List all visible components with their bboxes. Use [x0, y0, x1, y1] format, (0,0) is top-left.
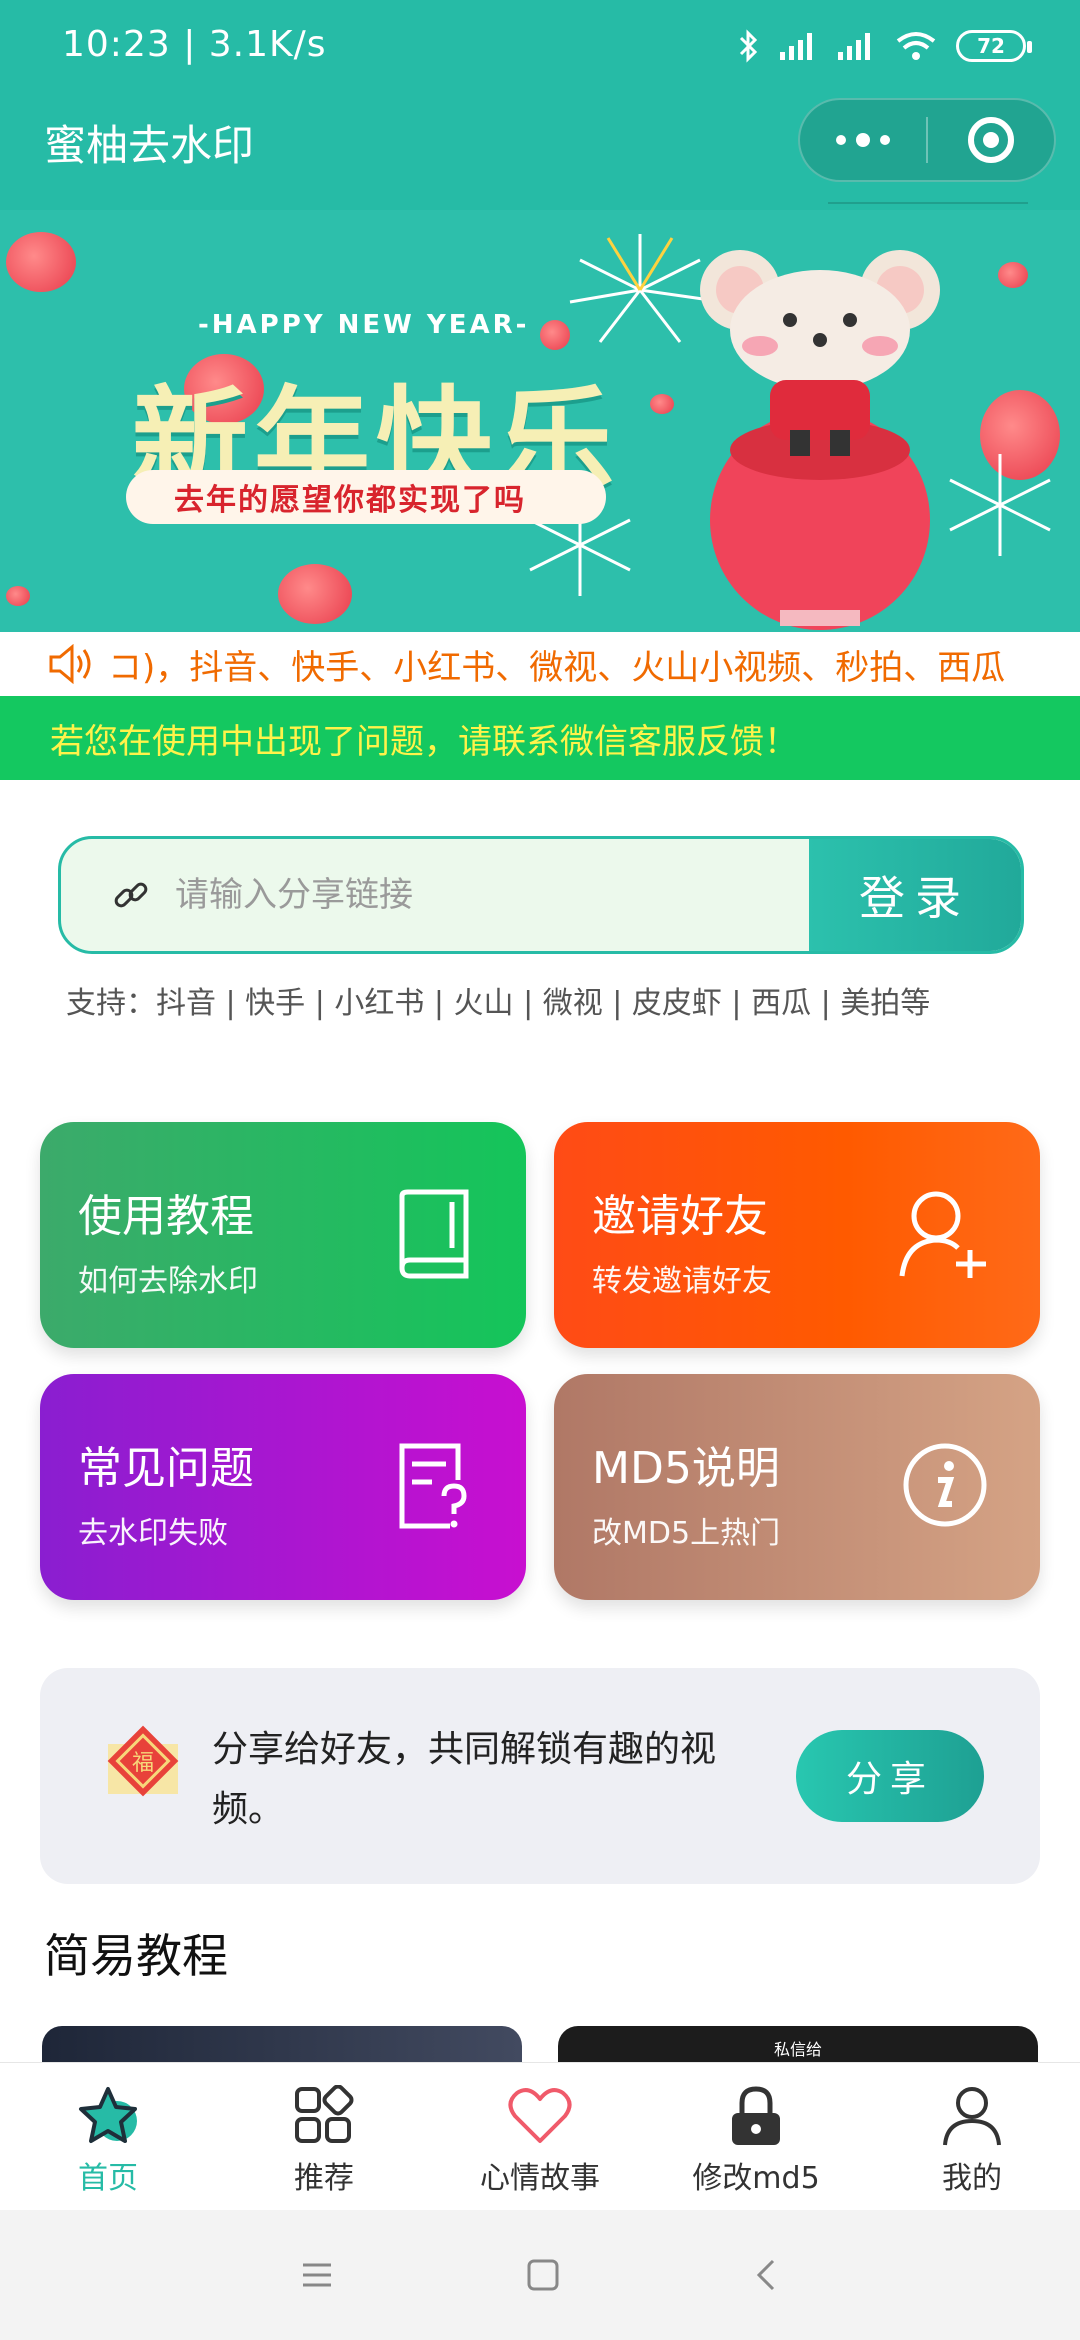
lantern-icon	[6, 586, 30, 606]
speaker-icon	[49, 644, 91, 684]
tab-profile[interactable]: 我的	[864, 2063, 1080, 2210]
share-panel: 福 分享给好友，共同解锁有趣的视频。 分享	[40, 1668, 1040, 1884]
system-navigation-bar	[0, 2210, 1080, 2340]
banner-tagline: 去年的愿望你都实现了吗	[126, 470, 606, 524]
heart-icon	[508, 2088, 572, 2143]
home-square-icon[interactable]	[525, 2257, 561, 2293]
tutorial-thumbnail[interactable]	[42, 2026, 522, 2066]
faq-card[interactable]: 常见问题 去水印失败	[40, 1374, 526, 1600]
more-button[interactable]	[800, 100, 926, 180]
announcement-marquee: コ)，抖音、快手、小红书、微视、火山小视频、秒拍、西瓜	[0, 632, 1080, 696]
thumbnail-caption: 私信给	[773, 2040, 822, 2059]
invite-friends-card[interactable]: 邀请好友 转发邀请好友	[554, 1122, 1040, 1348]
md5-info-card[interactable]: MD5说明 改MD5上热门	[554, 1374, 1040, 1600]
tab-label: 我的	[942, 2161, 1002, 2196]
svg-text:福: 福	[132, 1751, 154, 1776]
battery-indicator: 72	[956, 30, 1032, 62]
menu-icon[interactable]	[299, 2260, 335, 2290]
tab-home[interactable]: 首页	[0, 2063, 216, 2210]
close-button[interactable]	[928, 100, 1054, 180]
card-title: 使用教程	[78, 1191, 254, 1242]
new-year-banner[interactable]: -HAPPY NEW YEAR- 新年快乐 去年的愿望你都实现了吗	[0, 210, 1080, 632]
app-title: 蜜柚去水印	[44, 121, 255, 170]
tab-recommend[interactable]: 推荐	[216, 2063, 432, 2210]
support-notice: 若您在使用中出现了问题，请联系微信客服反馈！	[0, 696, 1080, 780]
grid-icon	[295, 2085, 354, 2143]
lantern-icon	[278, 564, 352, 624]
login-button[interactable]: 登录	[809, 839, 1021, 951]
tab-label: 心情故事	[480, 2161, 600, 2196]
lantern-icon	[650, 394, 674, 414]
card-title: MD5说明	[592, 1443, 780, 1494]
tutorial-thumbnail[interactable]: 私信给	[558, 2026, 1038, 2066]
card-subtitle: 改MD5上热门	[592, 1516, 781, 1551]
tab-label: 推荐	[294, 2161, 354, 2196]
link-search-bar: 登录	[58, 836, 1024, 954]
header-divider	[828, 202, 1028, 204]
mini-program-capsule	[798, 98, 1056, 182]
card-subtitle: 如何去除水印	[78, 1264, 258, 1299]
share-message: 分享给好友，共同解锁有趣的视频。	[212, 1729, 717, 1830]
info-icon	[903, 1443, 987, 1527]
banner-subtitle: -HAPPY NEW YEAR-	[198, 310, 530, 340]
status-icons: 72	[738, 28, 1032, 64]
lock-icon	[732, 2086, 780, 2145]
card-title: 邀请好友	[592, 1191, 768, 1242]
share-link-input[interactable]	[175, 875, 809, 915]
card-title: 常见问题	[78, 1443, 254, 1494]
tab-label: 修改md5	[692, 2161, 820, 2196]
status-time: 10:23 | 3.1K/s	[62, 24, 327, 65]
status-bar: 10:23 | 3.1K/s 72	[0, 0, 1080, 96]
tab-modify-md5[interactable]: 修改md5	[648, 2063, 864, 2210]
share-button[interactable]: 分享	[796, 1730, 984, 1822]
marquee-text: コ)，抖音、快手、小红书、微视、火山小视频、秒拍、西瓜	[108, 647, 1006, 688]
link-icon	[114, 882, 148, 908]
person-icon	[943, 2087, 1001, 2146]
close-target-icon	[967, 117, 1014, 163]
signal-icon	[780, 33, 812, 60]
card-subtitle: 去水印失败	[78, 1516, 228, 1551]
supported-platforms: 支持：抖音 | 快手 | 小红书 | 火山 | 微视 | 皮皮虾 | 西瓜 | …	[66, 986, 931, 1021]
book-icon	[399, 1189, 469, 1279]
bottom-tab-bar: 首页 推荐 心情故事 修改md5 我的	[0, 2062, 1080, 2210]
card-subtitle: 转发邀请好友	[592, 1264, 772, 1299]
bluetooth-icon	[739, 29, 758, 63]
add-user-icon	[899, 1191, 986, 1278]
tutorial-card[interactable]: 使用教程 如何去除水印	[40, 1122, 526, 1348]
tab-stories[interactable]: 心情故事	[432, 2063, 648, 2210]
more-dots-icon	[836, 133, 890, 147]
section-title: 简易教程	[44, 1929, 228, 1983]
signal-icon-2	[838, 33, 870, 60]
mouse-mascot-illustration	[700, 250, 940, 630]
tab-label: 首页	[78, 2161, 138, 2196]
back-icon[interactable]	[751, 2257, 781, 2293]
wifi-icon	[896, 32, 936, 60]
lantern-icon	[6, 232, 76, 292]
question-doc-icon	[399, 1443, 467, 1529]
lantern-icon	[998, 262, 1028, 288]
fortune-charm-icon: 福	[107, 1725, 179, 1797]
star-icon	[79, 2087, 137, 2143]
